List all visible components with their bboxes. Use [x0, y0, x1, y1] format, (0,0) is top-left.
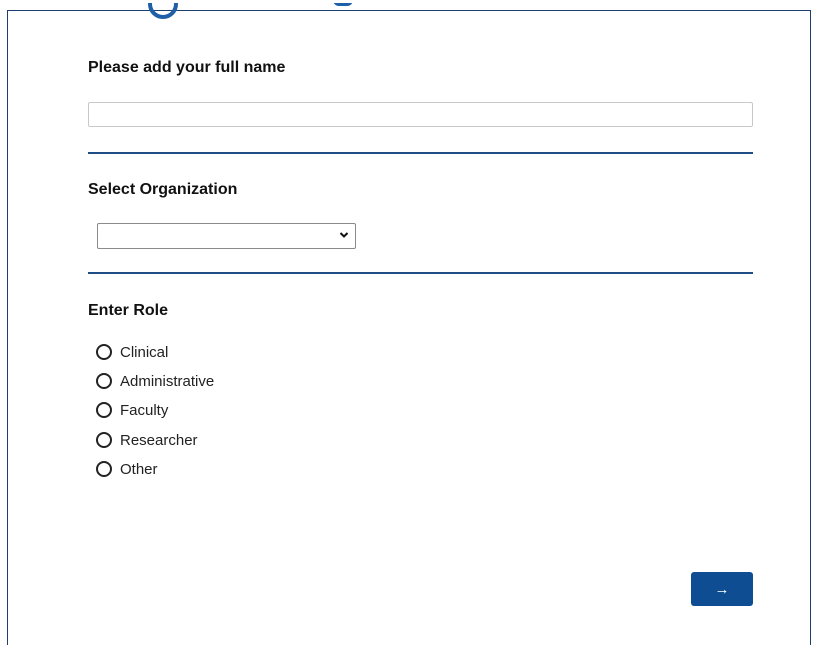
full-name-label: Please add your full name	[88, 59, 286, 76]
radio-unchecked-icon[interactable]	[96, 461, 112, 477]
organization-select[interactable]	[97, 223, 356, 249]
role-option-label: Other	[120, 460, 158, 478]
role-option-label: Researcher	[120, 431, 198, 449]
role-option-administrative[interactable]: Administrative	[96, 371, 214, 391]
role-option-researcher[interactable]: Researcher	[96, 430, 198, 450]
role-option-label: Faculty	[120, 401, 169, 419]
radio-unchecked-icon[interactable]	[96, 402, 112, 418]
arrow-right-icon: →	[714, 580, 730, 598]
full-name-input[interactable]	[88, 102, 753, 127]
organization-label: Select Organization	[88, 181, 238, 198]
role-option-label: Administrative	[120, 372, 215, 390]
radio-unchecked-icon[interactable]	[96, 432, 112, 448]
radio-unchecked-icon[interactable]	[96, 344, 112, 360]
radio-unchecked-icon[interactable]	[96, 373, 112, 389]
survey-page: Please add your full name Select Organiz…	[0, 0, 814, 645]
section-divider	[88, 152, 753, 154]
chevron-down-icon	[339, 232, 349, 238]
role-option-label: Clinical	[120, 343, 169, 361]
clipped-header-title	[108, 3, 368, 21]
role-option-other[interactable]: Other	[96, 459, 158, 479]
role-option-faculty[interactable]: Faculty	[96, 400, 168, 420]
role-option-clinical[interactable]: Clinical	[96, 342, 168, 362]
section-divider	[88, 272, 753, 274]
role-label: Enter Role	[88, 302, 169, 319]
next-button[interactable]: →	[691, 572, 753, 606]
